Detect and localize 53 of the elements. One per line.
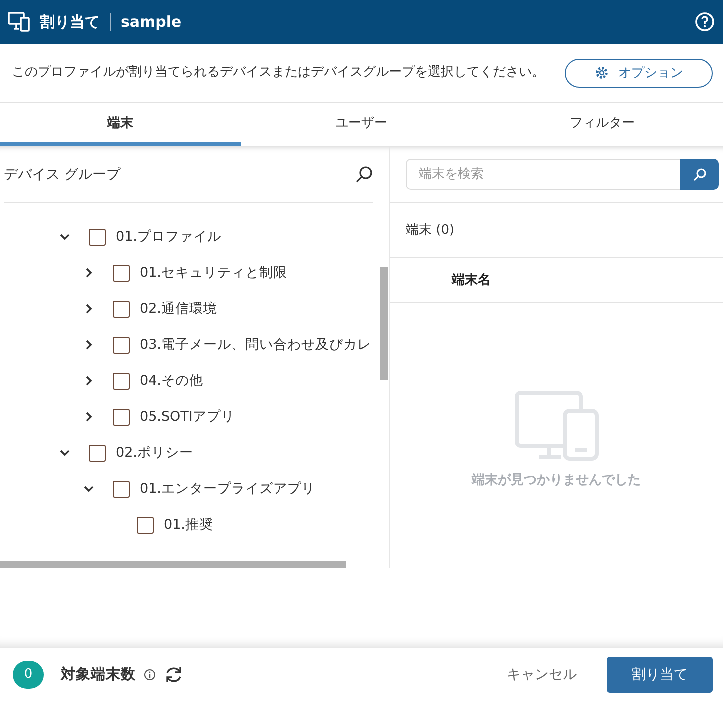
tab[interactable]: ユーザー [241, 103, 482, 146]
checkbox[interactable] [113, 408, 130, 426]
checkbox[interactable] [89, 228, 106, 246]
chevron-down-icon[interactable] [60, 448, 70, 458]
chevron-down-icon[interactable] [60, 232, 70, 242]
tab[interactable]: 端末 [0, 103, 241, 146]
search-button[interactable] [680, 159, 719, 190]
tree-item-label[interactable]: 04.その他 [140, 372, 204, 390]
cancel-button[interactable]: キャンセル [501, 664, 583, 684]
tab[interactable]: フィルター [482, 103, 723, 146]
checkbox[interactable] [89, 444, 106, 462]
devices-icon [8, 12, 30, 32]
refresh-icon[interactable] [164, 664, 184, 684]
devices-icon [514, 391, 598, 461]
column-header[interactable]: 端末名 [452, 271, 491, 289]
target-count-label: 対象端末数 [61, 665, 136, 684]
tree-item-label[interactable]: 02.ポリシー [116, 444, 194, 462]
search-icon [692, 168, 706, 182]
search-icon[interactable] [355, 166, 373, 184]
help-icon[interactable] [695, 12, 715, 32]
options-button[interactable]: オプション [565, 58, 713, 88]
chevron-right-icon[interactable] [84, 304, 94, 314]
scrollbar-thumb[interactable] [0, 561, 346, 568]
chevron-right-icon[interactable] [84, 268, 94, 278]
tree-item-label[interactable]: 01.プロファイル [116, 228, 222, 246]
count-badge: 0 [13, 660, 44, 688]
checkbox[interactable] [113, 480, 130, 498]
search-field[interactable]: 端末を検索 [406, 159, 680, 190]
tree-item-label[interactable]: 01.エンタープライズアプリ [140, 480, 316, 498]
tree-item-label[interactable]: 05.SOTIアプリ [140, 408, 235, 426]
checkbox[interactable] [113, 372, 130, 390]
device-count: 端末 (0) [406, 222, 455, 239]
assign-button[interactable]: 割り当て [607, 656, 713, 692]
dialog-title: 割り当て [40, 12, 100, 32]
checkbox[interactable] [137, 516, 154, 534]
chevron-right-icon[interactable] [84, 412, 94, 422]
empty-message: 端末が見つかりませんでした [472, 472, 641, 489]
settings-icon [594, 66, 608, 80]
panel-title: デバイス グループ [4, 166, 120, 184]
tree-item-label[interactable]: 03.電子メール、問い合わせ及びカレ [140, 336, 372, 354]
profile-name: sample [121, 13, 182, 31]
tree-item-label[interactable]: 01.セキュリティと制限 [140, 264, 288, 282]
tree-item-label[interactable]: 02.通信環境 [140, 300, 218, 318]
tree-item-label[interactable]: 01.推奨 [164, 516, 214, 534]
checkbox[interactable] [113, 336, 130, 354]
info-icon[interactable] [144, 668, 156, 680]
chevron-right-icon[interactable] [84, 376, 94, 386]
checkbox[interactable] [113, 300, 130, 318]
description-text: このプロファイルが割り当てられるデバイスまたはデバイスグループを選択してください。 [12, 64, 546, 82]
scrollbar-thumb[interactable] [380, 267, 388, 380]
chevron-right-icon[interactable] [84, 340, 94, 350]
checkbox[interactable] [113, 264, 130, 282]
chevron-down-icon[interactable] [84, 484, 94, 494]
